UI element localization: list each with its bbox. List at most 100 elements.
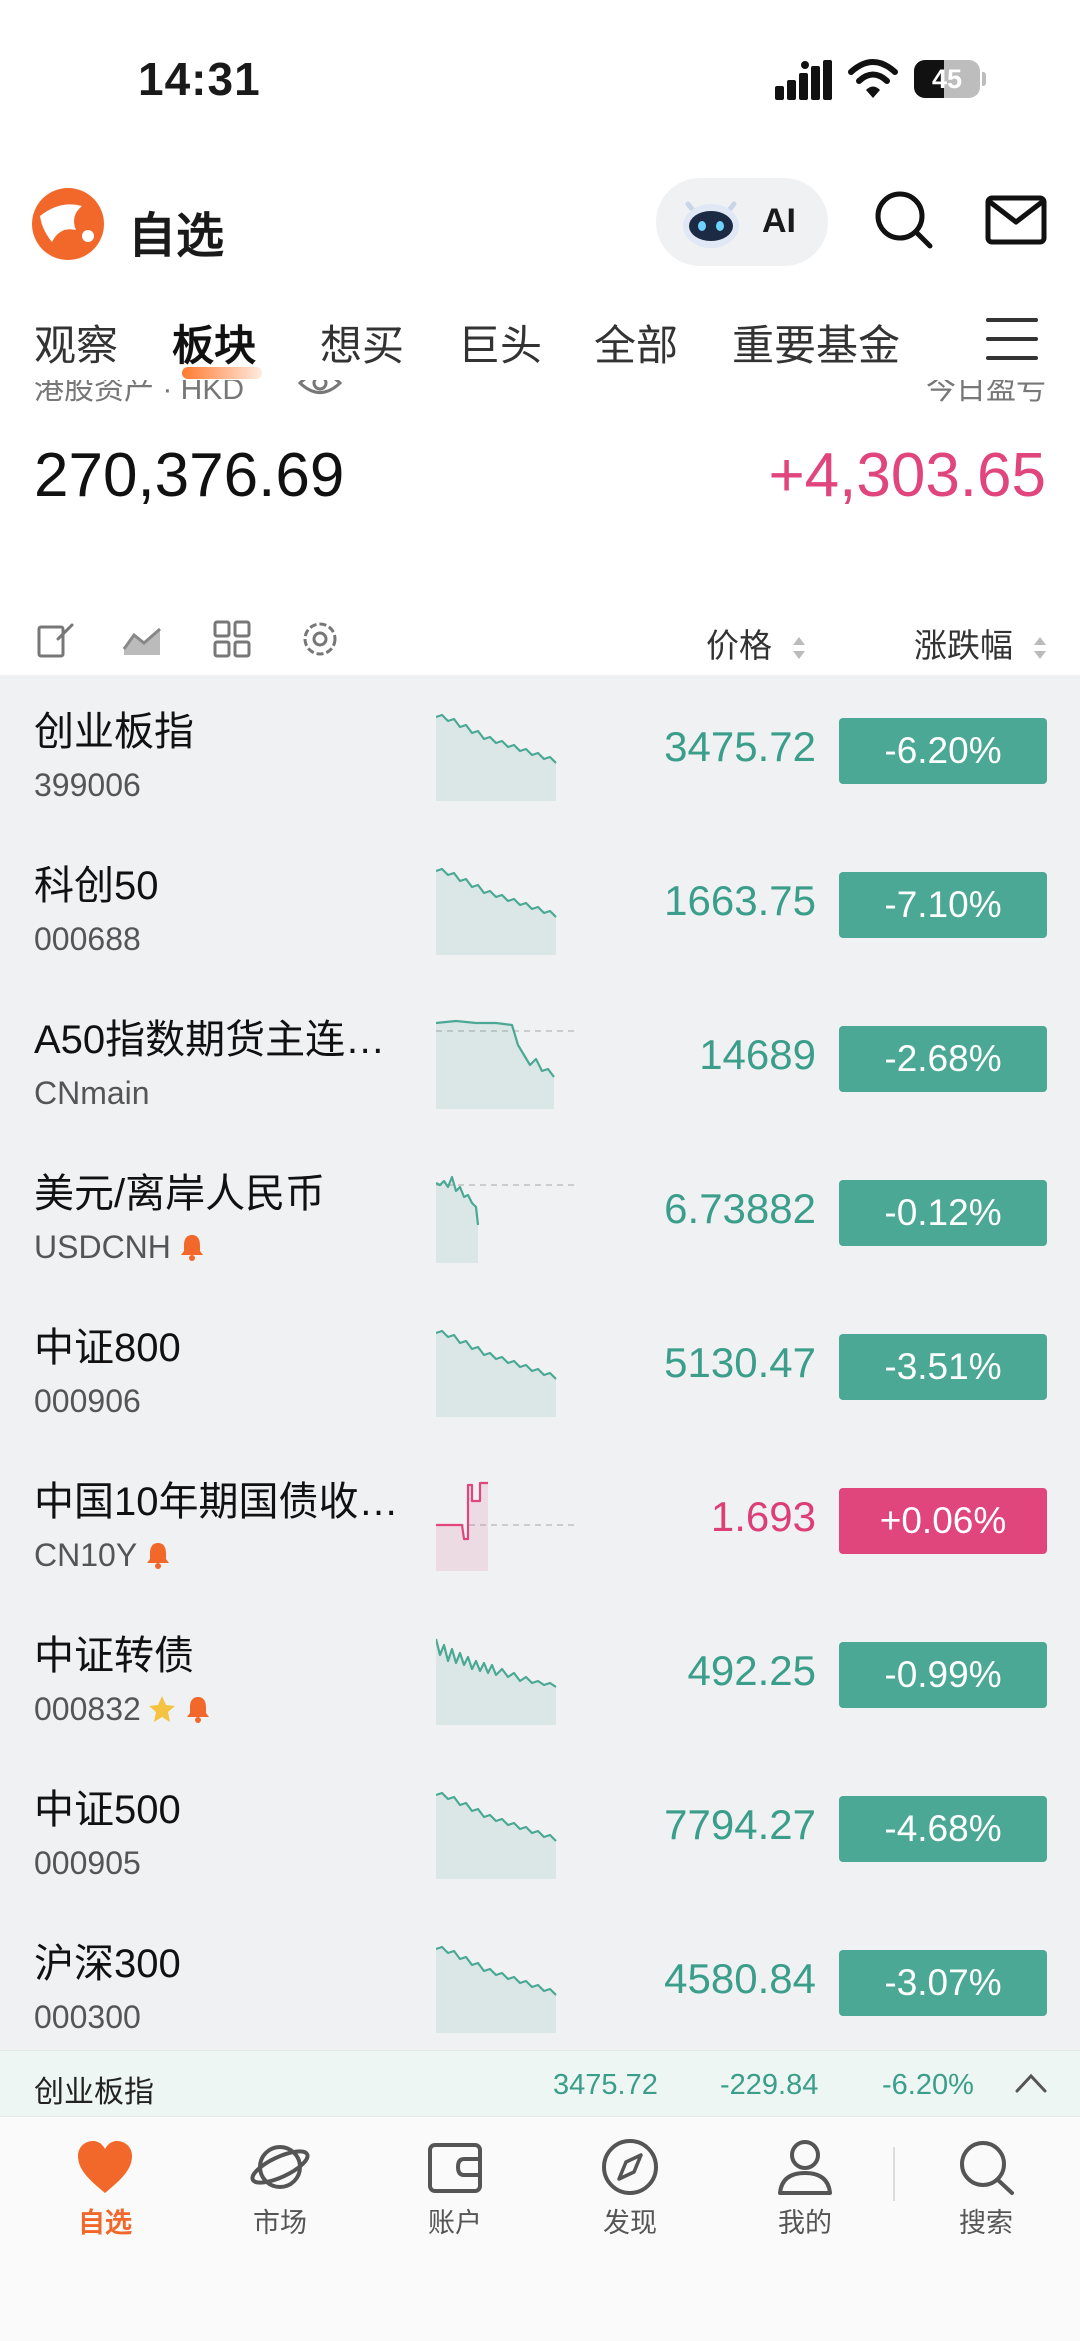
list-item[interactable]: 中国10年期国债收… CN10Y 1.693 +0.06%: [0, 1445, 1080, 1599]
list-item[interactable]: 创业板指 399006 3475.72 -6.20%: [0, 675, 1080, 829]
tab-watch[interactable]: 观察: [34, 312, 118, 373]
sparkline-area: [436, 1947, 556, 2033]
sparkline-area: [436, 1021, 554, 1109]
change-badge[interactable]: -6.20%: [839, 718, 1047, 784]
security-name: 中国10年期国债收…: [34, 1480, 399, 1524]
menu-icon[interactable]: [986, 316, 1038, 362]
security-price: 14689: [699, 1031, 816, 1078]
bell-icon: [180, 1235, 203, 1261]
chart-view-icon[interactable]: [122, 619, 162, 659]
list-item[interactable]: 中证800 000906 5130.47 -3.51%: [0, 1291, 1080, 1445]
security-code: 000832: [34, 1691, 213, 1728]
sparkline: [436, 1481, 576, 1571]
tab-sector[interactable]: 板块: [172, 312, 262, 379]
person-icon: [778, 2140, 832, 2195]
sparkline: [436, 1175, 576, 1263]
nav-profile[interactable]: 我的: [740, 2137, 870, 2240]
ai-assistant-button[interactable]: AI: [656, 178, 828, 266]
pnl-label: 今日盈亏: [926, 380, 1046, 406]
mail-icon[interactable]: [984, 188, 1048, 252]
tab-want-buy[interactable]: 想买: [320, 312, 404, 373]
security-code: USDCNH: [34, 1229, 207, 1266]
nav-label: 自选: [78, 2208, 132, 2238]
security-price: 492.25: [687, 1647, 816, 1694]
change-badge[interactable]: +0.06%: [839, 1488, 1047, 1554]
sparkline-area: [436, 1331, 556, 1417]
search-icon[interactable]: [872, 188, 936, 252]
change-badge[interactable]: -4.68%: [839, 1796, 1047, 1862]
nav-discover[interactable]: 发现: [565, 2137, 695, 2240]
robot-icon: [683, 201, 739, 248]
nav-watchlist[interactable]: 自选: [40, 2137, 170, 2240]
bell-icon: [186, 1697, 209, 1723]
cellular-signal-icon: [775, 60, 832, 100]
list-item[interactable]: 中证转债 000832 492.25 -0.99%: [0, 1599, 1080, 1753]
search-icon: [960, 2141, 1014, 2195]
status-bar: 14:31 45: [0, 0, 1080, 150]
security-code-text: 000905: [34, 1845, 141, 1881]
app-logo-icon: [32, 188, 104, 260]
sort-by-change[interactable]: 涨跌幅: [914, 619, 1048, 667]
nav-market[interactable]: 市场: [215, 2137, 345, 2240]
chevron-up-icon[interactable]: [1014, 2071, 1048, 2095]
security-code-text: CN10Y: [34, 1537, 138, 1573]
list-toolbar: 价格 涨跌幅: [0, 605, 1080, 675]
ticker-name: 创业板指: [34, 2076, 154, 2109]
tab-giants[interactable]: 巨头: [458, 312, 542, 373]
app-header: 自选 AI: [0, 168, 1080, 278]
security-code: CN10Y: [34, 1537, 173, 1574]
security-price: 6.73882: [664, 1185, 816, 1232]
edit-list-icon[interactable]: [36, 619, 76, 659]
nav-label: 我的: [778, 2208, 832, 2238]
eye-icon[interactable]: [298, 380, 342, 400]
security-name: 中证500: [34, 1788, 181, 1832]
nav-account[interactable]: 账户: [390, 2137, 520, 2240]
ticker-delta: -229.84: [720, 2069, 819, 2101]
sparkline-area: [436, 869, 556, 955]
security-name: 科创50: [34, 864, 159, 908]
list-item[interactable]: 沪深300 000300 4580.84 -3.07%: [0, 1907, 1080, 2050]
asset-amount: 270,376.69: [34, 441, 345, 510]
security-code: 000688: [34, 921, 141, 958]
list-item[interactable]: A50指数期货主连… CNmain 14689 -2.68%: [0, 983, 1080, 1137]
sparkline: [436, 713, 557, 801]
list-item[interactable]: 美元/离岸人民币 USDCNH 6.73882 -0.12%: [0, 1137, 1080, 1291]
change-column-label: 涨跌幅: [914, 627, 1013, 664]
ai-label: AI: [762, 202, 796, 240]
sort-arrows-icon: [793, 637, 806, 660]
index-ticker-bar[interactable]: 创业板指 3475.72 -229.84 -6.20%: [0, 2050, 1080, 2116]
change-badge[interactable]: -0.99%: [839, 1642, 1047, 1708]
list-item[interactable]: 科创50 000688 1663.75 -7.10%: [0, 829, 1080, 983]
security-name: A50指数期货主连…: [34, 1018, 386, 1062]
security-name: 美元/离岸人民币: [34, 1172, 326, 1216]
change-badge[interactable]: -3.07%: [839, 1950, 1047, 2016]
security-code-text: USDCNH: [34, 1229, 171, 1265]
security-code: 000906: [34, 1383, 141, 1420]
list-item[interactable]: 中证500 000905 7794.27 -4.68%: [0, 1753, 1080, 1907]
wallet-icon: [428, 2143, 482, 2193]
security-code-text: 399006: [34, 767, 141, 803]
bottom-navigation: 自选 市场 账户 发现 我的 搜索: [0, 2116, 1080, 2341]
change-badge[interactable]: -7.10%: [839, 872, 1047, 938]
security-name: 创业板指: [34, 710, 194, 754]
page-title: 自选: [128, 210, 225, 263]
security-price: 7794.27: [664, 1801, 816, 1848]
settings-gear-icon[interactable]: [300, 619, 340, 659]
sort-by-price[interactable]: 价格: [706, 619, 807, 667]
tab-key-funds[interactable]: 重要基金: [732, 312, 900, 373]
grid-view-icon[interactable]: [212, 619, 252, 659]
nav-label: 搜索: [959, 2208, 1013, 2238]
planet-icon: [250, 2145, 310, 2189]
security-code-text: 000906: [34, 1383, 141, 1419]
security-code-text: 000688: [34, 921, 141, 957]
security-code-text: 000300: [34, 1999, 141, 2035]
security-code: 000905: [34, 1845, 141, 1882]
change-badge[interactable]: -3.51%: [839, 1334, 1047, 1400]
change-badge[interactable]: -2.68%: [839, 1026, 1047, 1092]
nav-search[interactable]: 搜索: [921, 2137, 1051, 2240]
sparkline: [436, 1791, 557, 1879]
change-badge[interactable]: -0.12%: [839, 1180, 1047, 1246]
ticker-price: 3475.72: [553, 2069, 658, 2101]
security-code: CNmain: [34, 1075, 150, 1112]
tab-all[interactable]: 全部: [594, 312, 678, 373]
